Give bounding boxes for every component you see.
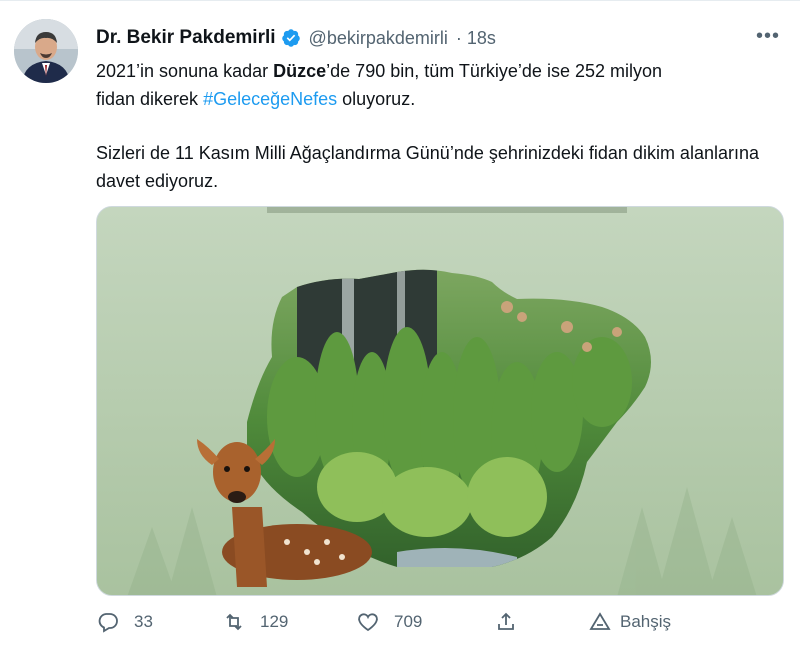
tip-icon bbox=[589, 612, 611, 630]
hashtag-link[interactable]: #GeleceğeNefes bbox=[203, 89, 337, 109]
heart-icon bbox=[358, 613, 378, 632]
forest-map-illustration bbox=[97, 207, 783, 595]
like-count: 709 bbox=[394, 612, 423, 631]
share-button[interactable] bbox=[494, 610, 518, 634]
tip-button[interactable]: Bahşiş bbox=[588, 610, 671, 634]
like-button[interactable]: 709 bbox=[356, 610, 422, 634]
tweet-header: Dr. Bekir Pakdemirli @bekirpakdemirli · … bbox=[96, 23, 780, 53]
author-handle[interactable]: @bekirpakdemirli bbox=[309, 28, 448, 49]
reply-button[interactable]: 33 bbox=[96, 610, 153, 634]
tip-label: Bahşiş bbox=[620, 612, 672, 631]
retweet-icon bbox=[226, 613, 242, 631]
tweet-line-1: 2021’in sonuna kadar Düzce’de 790 bin, t… bbox=[96, 57, 776, 85]
tweet-line-2: fidan dikerek #GeleceğeNefes oluyoruz. bbox=[96, 85, 776, 113]
more-icon[interactable]: ••• bbox=[756, 25, 780, 48]
tweet-paragraph-2: Sizleri de 11 Kasım Milli Ağaçlandırma G… bbox=[96, 143, 759, 191]
tweet-time[interactable]: · 18s bbox=[456, 28, 496, 49]
retweet-button[interactable]: 129 bbox=[222, 610, 288, 634]
tweet-media-image[interactable] bbox=[96, 206, 784, 596]
tweet-card[interactable]: Dr. Bekir Pakdemirli @bekirpakdemirli · … bbox=[0, 0, 800, 657]
reply-icon bbox=[98, 613, 118, 633]
author-name[interactable]: Dr. Bekir Pakdemirli bbox=[96, 27, 276, 49]
tweet-text-segment: oluyoruz. bbox=[337, 89, 416, 109]
tweet-text: 2021’in sonuna kadar Düzce’de 790 bin, t… bbox=[96, 57, 776, 195]
verified-badge-icon bbox=[281, 29, 300, 47]
tweet-text-segment: ’de 790 bin, tüm Türkiye’de ise 252 mily… bbox=[326, 61, 663, 81]
reply-count: 33 bbox=[134, 612, 153, 631]
tweet-text-segment: 2021’in sonuna kadar bbox=[96, 61, 274, 81]
share-icon bbox=[498, 612, 514, 630]
avatar[interactable] bbox=[14, 19, 78, 83]
tweet-text-bold: Düzce bbox=[273, 61, 327, 81]
tweet-text-segment: fidan dikerek bbox=[96, 89, 204, 109]
avatar-image bbox=[14, 19, 78, 83]
tweet-actions: 33 129 709 Bahşiş bbox=[96, 610, 696, 640]
retweet-count: 129 bbox=[260, 612, 289, 631]
